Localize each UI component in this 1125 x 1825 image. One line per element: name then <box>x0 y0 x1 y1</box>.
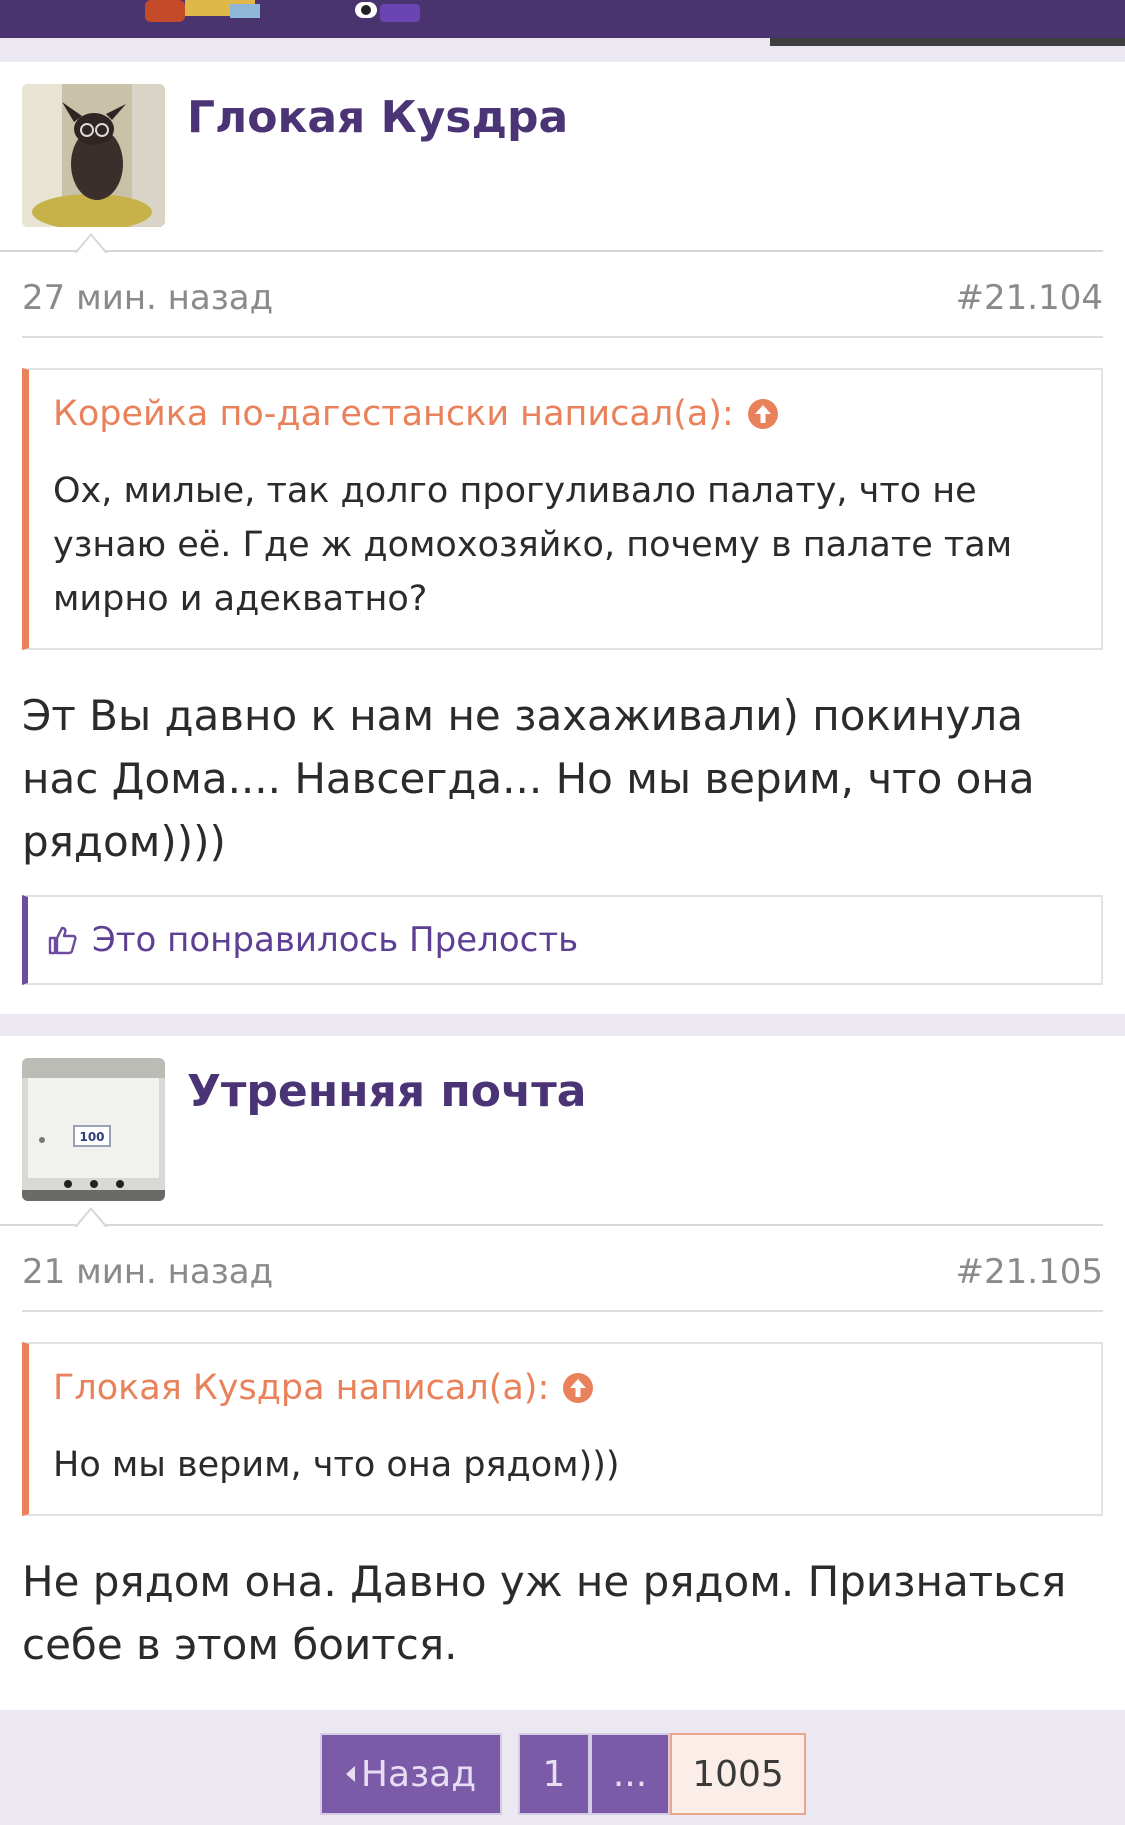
post-message: Эт Вы давно к нам не захаживали) покинул… <box>22 691 1035 866</box>
likes-bar[interactable]: Это понравилось Прелость <box>22 895 1103 985</box>
top-header-bar <box>0 0 1125 46</box>
header-underline <box>770 38 1125 46</box>
quote-header[interactable]: Глокая Куsдра написал(а): <box>53 1368 1073 1408</box>
avatar[interactable] <box>22 84 165 227</box>
post-time[interactable]: 27 мин. назад <box>22 278 273 318</box>
site-banner-icon <box>145 0 420 22</box>
arrow-up-icon[interactable] <box>747 399 778 429</box>
likes-text[interactable]: Это понравилось Прелость <box>92 920 578 960</box>
quote-block: Корейка по-дагестански написал(а): Ох, м… <box>22 368 1103 650</box>
post-meta: 21 мин. назад #21.105 <box>22 1226 1103 1312</box>
arrow-up-icon[interactable] <box>563 1373 594 1403</box>
quote-author[interactable]: Глокая Куsдра написал(а): <box>53 1368 549 1408</box>
post-header: Глокая Куsдра <box>0 62 1125 254</box>
post-number[interactable]: #21.105 <box>956 1252 1103 1292</box>
pagination: Назад 1 ... 1005 <box>320 1733 806 1819</box>
thumbs-up-icon <box>48 926 77 955</box>
prev-page-label: Назад <box>360 1753 477 1795</box>
quote-block: Глокая Куsдра написал(а): Но мы верим, ч… <box>22 1342 1103 1516</box>
post-21104: Глокая Куsдра 27 мин. назад #21.104 Коре… <box>0 62 1125 1014</box>
quote-text: Но мы верим, что она рядом))) <box>53 1445 620 1485</box>
quote-text: Ох, милые, так долго прогуливало палату,… <box>53 471 1013 619</box>
quote-author[interactable]: Корейка по-дагестански написал(а): <box>53 394 734 434</box>
mailbox-avatar-icon: 100 <box>22 1058 165 1201</box>
page-ellipsis-button[interactable]: ... <box>590 1733 670 1815</box>
username[interactable]: Утренняя почта <box>187 1066 586 1117</box>
avatar[interactable]: 100 <box>22 1058 165 1201</box>
avatar-pointer <box>74 233 108 254</box>
mailbox-number: 100 <box>79 1130 104 1144</box>
chevron-left-icon <box>345 1766 355 1782</box>
post-time[interactable]: 21 мин. назад <box>22 1252 273 1292</box>
prev-page-button[interactable]: Назад <box>320 1733 502 1815</box>
username[interactable]: Глокая Куsдра <box>187 92 568 143</box>
post-header: 100 Утренняя почта <box>0 1036 1125 1228</box>
cat-with-glasses-avatar-icon <box>22 84 165 227</box>
post-message: Не рядом она. Давно уж не рядом. Признат… <box>22 1557 1067 1669</box>
avatar-pointer <box>74 1207 108 1228</box>
post-separator <box>0 1014 1125 1036</box>
quote-header[interactable]: Корейка по-дагестански написал(а): <box>53 394 1073 434</box>
post-meta: 27 мин. назад #21.104 <box>22 252 1103 338</box>
current-page-button[interactable]: 1005 <box>670 1733 806 1815</box>
post-number[interactable]: #21.104 <box>956 278 1103 318</box>
page-button-1[interactable]: 1 <box>518 1733 590 1815</box>
post-21105: 100 Утренняя почта 21 мин. назад #21.105… <box>0 1036 1125 1710</box>
